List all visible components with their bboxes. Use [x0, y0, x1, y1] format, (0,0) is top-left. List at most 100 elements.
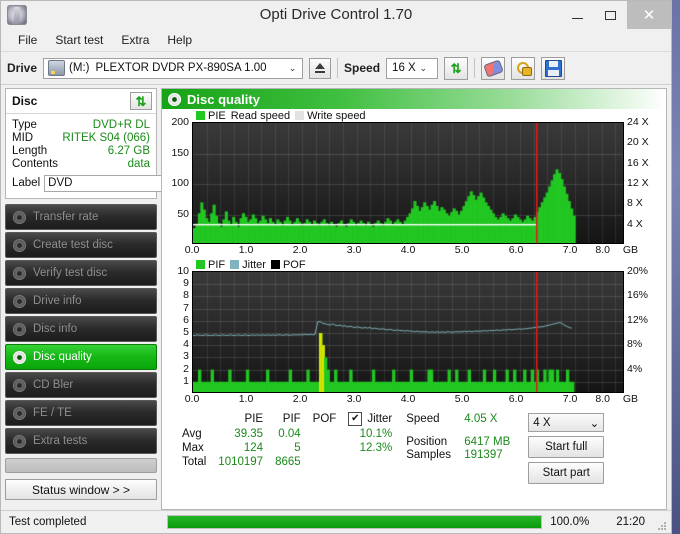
sidebar-item-label: Disc info	[33, 323, 78, 335]
sidebar-item-drive-info[interactable]: Drive info	[5, 288, 157, 314]
avg-jitter: 10.1%	[359, 428, 393, 440]
disc-panel-header: Disc ⇅	[6, 89, 156, 114]
sidebar-item-transfer-rate[interactable]: Transfer rate	[5, 204, 157, 230]
axis-tick-label: 12 X	[627, 177, 649, 189]
axis-tick-label: 8.0	[595, 244, 610, 256]
menu-item-start-test[interactable]: Start test	[46, 31, 112, 49]
app-window: Opti Drive Control 1.70 ✕ File Start tes…	[0, 0, 672, 534]
disc-icon	[13, 210, 26, 224]
sidebar-item-label: FE / TE	[33, 407, 72, 419]
control-position-row: Position 6417 MB	[406, 436, 520, 448]
jitter-checkbox[interactable]: ✔	[348, 412, 363, 426]
disc-icon	[13, 266, 26, 280]
axis-tick-label: 7.0	[562, 244, 578, 256]
drive-icon	[48, 60, 66, 76]
disc-key: MID	[12, 132, 34, 144]
disc-row-contents: Contents data	[12, 158, 150, 170]
start-full-button[interactable]: Start full	[528, 436, 605, 458]
menu-item-extra[interactable]: Extra	[112, 31, 158, 49]
max-pie: 124	[243, 442, 264, 454]
disc-row-length: Length 6.27 GB	[12, 145, 150, 157]
drive-select[interactable]: (M:) PLEXTOR DVDR PX-890SA 1.00 ⌄	[43, 57, 304, 79]
pie-y2-axis: 24 X 20 X 16 X 12 X 8 X 4 X	[624, 116, 666, 244]
axis-tick-label: 2.0	[292, 393, 308, 405]
sidebar-item-cd-bler[interactable]: CD Bler	[5, 372, 157, 398]
axis-tick-label: 8 X	[627, 197, 643, 210]
toolbar-separator-2	[474, 58, 476, 78]
axis-tick-label: 8.0	[595, 393, 610, 405]
pif-y-axis: 10 9 8 7 6 5 4 3 2 1	[162, 265, 192, 393]
disc-refresh-button[interactable]: ⇅	[130, 92, 152, 110]
pif-y2-axis: 20% 16% 12% 8% 4%	[624, 265, 666, 393]
pif-plot-area[interactable]	[192, 271, 624, 393]
test-speed-select[interactable]: 4 X ⌄	[528, 413, 605, 432]
axis-tick-label: 150	[171, 146, 189, 159]
sidebar-item-label: CD Bler	[33, 379, 74, 391]
legend-label: PIE	[208, 109, 226, 122]
disc-icon	[13, 294, 26, 308]
sidebar-item-disc-quality[interactable]: Disc quality	[5, 344, 157, 370]
status-window-button[interactable]: Status window > >	[5, 479, 157, 500]
save-button[interactable]	[541, 56, 566, 80]
legend-jitter: Jitter	[230, 259, 266, 271]
progress-bar-fill	[168, 516, 542, 528]
menu-item-file[interactable]: File	[9, 31, 46, 49]
legend-write-speed: Write speed	[295, 110, 366, 122]
axis-tick-label: 4 X	[627, 217, 643, 230]
axis-tick-label: 1	[183, 374, 189, 387]
axis-tick-label: 8%	[627, 338, 643, 351]
axis-tick-label: 1.0	[238, 393, 254, 405]
pie-plot-area[interactable]	[192, 122, 624, 244]
axis-tick-label: 16 X	[627, 156, 649, 169]
chevron-down-icon: ⌄	[288, 62, 297, 73]
disc-value: DVD+R DL	[92, 119, 150, 131]
table-row: Max 124 5 12.3%	[168, 441, 398, 455]
pif-canvas	[193, 272, 623, 392]
resize-grip-icon[interactable]	[657, 521, 667, 531]
disc-panel-title: Disc	[12, 94, 38, 108]
legend-swatch-icon	[230, 260, 240, 269]
sidebar-item-verify-test-disc[interactable]: Verify test disc	[5, 260, 157, 286]
control-position-key: Position	[406, 436, 448, 448]
speed-value: 16 X	[392, 62, 416, 74]
chevron-down-icon: ⌄	[589, 417, 600, 430]
eject-button[interactable]	[309, 57, 332, 79]
title-bar: Opti Drive Control 1.70 ✕	[1, 1, 671, 29]
table-row: Total 1010197 8665	[168, 455, 398, 469]
pie-y-axis: 200 150 100 50	[162, 116, 192, 244]
start-part-button[interactable]: Start part	[528, 462, 605, 484]
disc-key: Length	[12, 145, 48, 157]
sidebar-item-create-test-disc[interactable]: Create test disc	[5, 232, 157, 258]
stats-corner	[168, 411, 212, 427]
menu-item-help[interactable]: Help	[158, 31, 201, 49]
test-speed-value: 4 X	[533, 416, 551, 429]
speed-select[interactable]: 16 X ⌄	[386, 57, 439, 79]
disc-key: Type	[12, 119, 37, 131]
sidebar-item-disc-info[interactable]: Disc info	[5, 316, 157, 342]
pie-canvas	[193, 123, 623, 243]
sidebar-item-extra-tests[interactable]: Extra tests	[5, 428, 157, 454]
axis-tick-label: 6	[183, 313, 189, 326]
max-jitter: 12.3%	[359, 442, 393, 454]
axis-tick-label: 3.0	[346, 244, 362, 256]
eject-icon	[315, 63, 326, 73]
main-content: Disc ⇅ Type DVD+R DL MID RITEK S04 (066)	[1, 85, 671, 510]
axis-tick-label: 6.0	[508, 393, 524, 405]
progress-percent: 100.0%	[550, 516, 590, 528]
disc-label-row: Label	[12, 173, 226, 193]
window-title: Opti Drive Control 1.70	[259, 6, 413, 23]
left-column: Disc ⇅ Type DVD+R DL MID RITEK S04 (066)	[5, 88, 226, 510]
status-text: Test completed	[9, 516, 87, 528]
disc-icon	[13, 322, 26, 336]
avg-pif: 0.04	[278, 428, 301, 440]
legend-pie: PIE	[196, 110, 226, 122]
sidebar-item-fe-te[interactable]: FE / TE	[5, 400, 157, 426]
stats-area: PIE PIF POF ✔ Jitter Avg 39.35 0.04 10.1…	[162, 407, 666, 509]
refresh-button[interactable]: ⇅	[444, 56, 469, 80]
erase-button[interactable]	[481, 56, 506, 80]
disc-icon	[13, 238, 26, 252]
settings-button[interactable]	[511, 56, 536, 80]
axis-tick-label: 4%	[627, 362, 643, 375]
pif-chart-block: PIF Jitter POF 10 9 8 7 6 5 4 3 2 1 20% …	[162, 258, 666, 407]
axis-tick-label: 3.0	[346, 393, 362, 405]
